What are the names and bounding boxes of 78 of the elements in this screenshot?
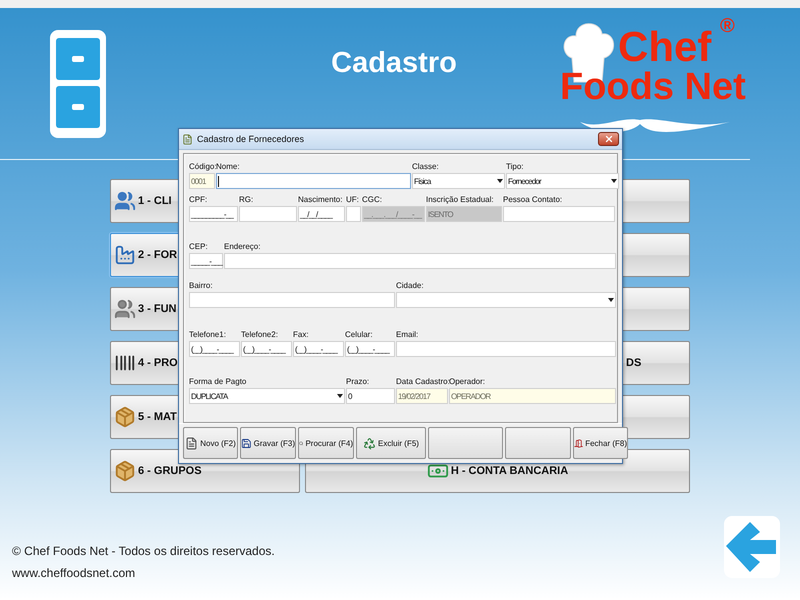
toolbar-button[interactable]: Gravar (F3) — [240, 427, 296, 459]
input-field[interactable]: OPERADOR — [449, 388, 616, 404]
input-field[interactable]: __/__/____ — [298, 206, 345, 222]
field-label: Fax: — [293, 330, 310, 340]
caret-icon — [611, 179, 617, 183]
field-label: Data Cadastro: — [396, 377, 448, 387]
field-label: Tipo: — [506, 162, 524, 172]
field-label: CEP: — [189, 242, 209, 252]
blank-button[interactable] — [505, 427, 571, 459]
field-label: Email: — [396, 330, 420, 340]
field-label: Classe: — [412, 162, 440, 172]
caret-icon — [497, 179, 503, 183]
field-label: Inscrição Estadual: — [426, 195, 495, 205]
field-label: Endereço: — [224, 242, 262, 252]
logo-text: Chef — [618, 26, 712, 68]
blank-button[interactable] — [428, 427, 503, 459]
floppy-icon — [241, 436, 252, 450]
input-field[interactable]: 0001 — [189, 173, 215, 189]
input-field[interactable]: (__)____-____ — [293, 341, 344, 357]
logo-text: Foods Net — [560, 68, 746, 106]
toolbar-button[interactable]: Novo (F2) — [183, 427, 238, 459]
field-label: Nascimento: — [298, 195, 344, 205]
registered-mark: ® — [720, 16, 735, 36]
factory-icon — [114, 244, 136, 266]
door-icon — [574, 436, 584, 450]
field-label: Forma de Pagto — [189, 377, 248, 387]
dropdown[interactable]: Fornecedor — [506, 173, 619, 189]
field-label: Telefone2: — [241, 330, 279, 340]
box-icon — [114, 460, 136, 482]
input-field[interactable]: (__)____-____ — [189, 341, 240, 357]
field-label: Operador: — [449, 377, 486, 387]
field-label: Celular: — [345, 330, 374, 340]
caret-icon — [608, 298, 614, 302]
recycle-icon — [363, 436, 376, 450]
window-title: Cadastro de Fornecedores — [197, 134, 306, 144]
input-field[interactable]: _________-__ — [189, 206, 238, 222]
field-label: RG: — [239, 195, 254, 205]
input-field[interactable]: (__)____-____ — [241, 341, 292, 357]
people-icon — [114, 190, 136, 212]
dropdown[interactable] — [396, 292, 616, 308]
input-field[interactable] — [346, 206, 361, 222]
field-label: UF: — [346, 195, 360, 205]
cabinet-icon — [48, 28, 108, 140]
input-field[interactable]: _____-___ — [189, 253, 223, 269]
field-label: Prazo: — [346, 377, 370, 387]
dropdown[interactable]: Física — [412, 173, 505, 189]
field-label: CGC: — [362, 195, 383, 205]
field-label: Telefone1: — [189, 330, 227, 340]
input-field[interactable]: 19/02/2017 — [396, 388, 448, 404]
website-link[interactable]: www.cheffoodsnet.com — [12, 566, 275, 580]
dropdown[interactable]: DUPLICATA — [189, 388, 345, 404]
field-label: Cidade: — [396, 281, 425, 291]
input-field[interactable] — [239, 206, 297, 222]
toolbar-button[interactable]: Excluir (F5) — [356, 427, 426, 459]
box-icon — [114, 406, 136, 428]
field-label: Nome: — [216, 162, 241, 172]
people-icon — [114, 298, 136, 320]
window-icon — [182, 134, 193, 144]
page-title: Cadastro — [330, 47, 458, 80]
input-field[interactable]: (__)____-____ — [345, 341, 395, 357]
text-caret — [218, 176, 219, 186]
close-icon — [604, 134, 614, 144]
input-field[interactable] — [503, 206, 615, 222]
input-field[interactable] — [396, 341, 616, 357]
field-label: Pessoa Contato: — [503, 195, 564, 205]
document-icon — [185, 436, 198, 450]
field-label: Código: — [189, 162, 215, 172]
field-label: CPF: — [189, 195, 208, 205]
close-button[interactable] — [598, 132, 619, 146]
caret-icon — [337, 394, 343, 398]
toolbar-button[interactable]: Procurar (F4) — [298, 427, 354, 459]
field-label: Bairro: — [189, 281, 214, 291]
input-field[interactable] — [216, 173, 411, 189]
input-field[interactable] — [189, 292, 395, 308]
toolbar-button[interactable]: Fechar (F8) — [573, 427, 628, 459]
copyright-text: © Chef Foods Net - Todos os direitos reservados. — [12, 544, 275, 558]
input-field[interactable] — [224, 253, 616, 269]
input-field[interactable]: 0 — [346, 388, 395, 404]
